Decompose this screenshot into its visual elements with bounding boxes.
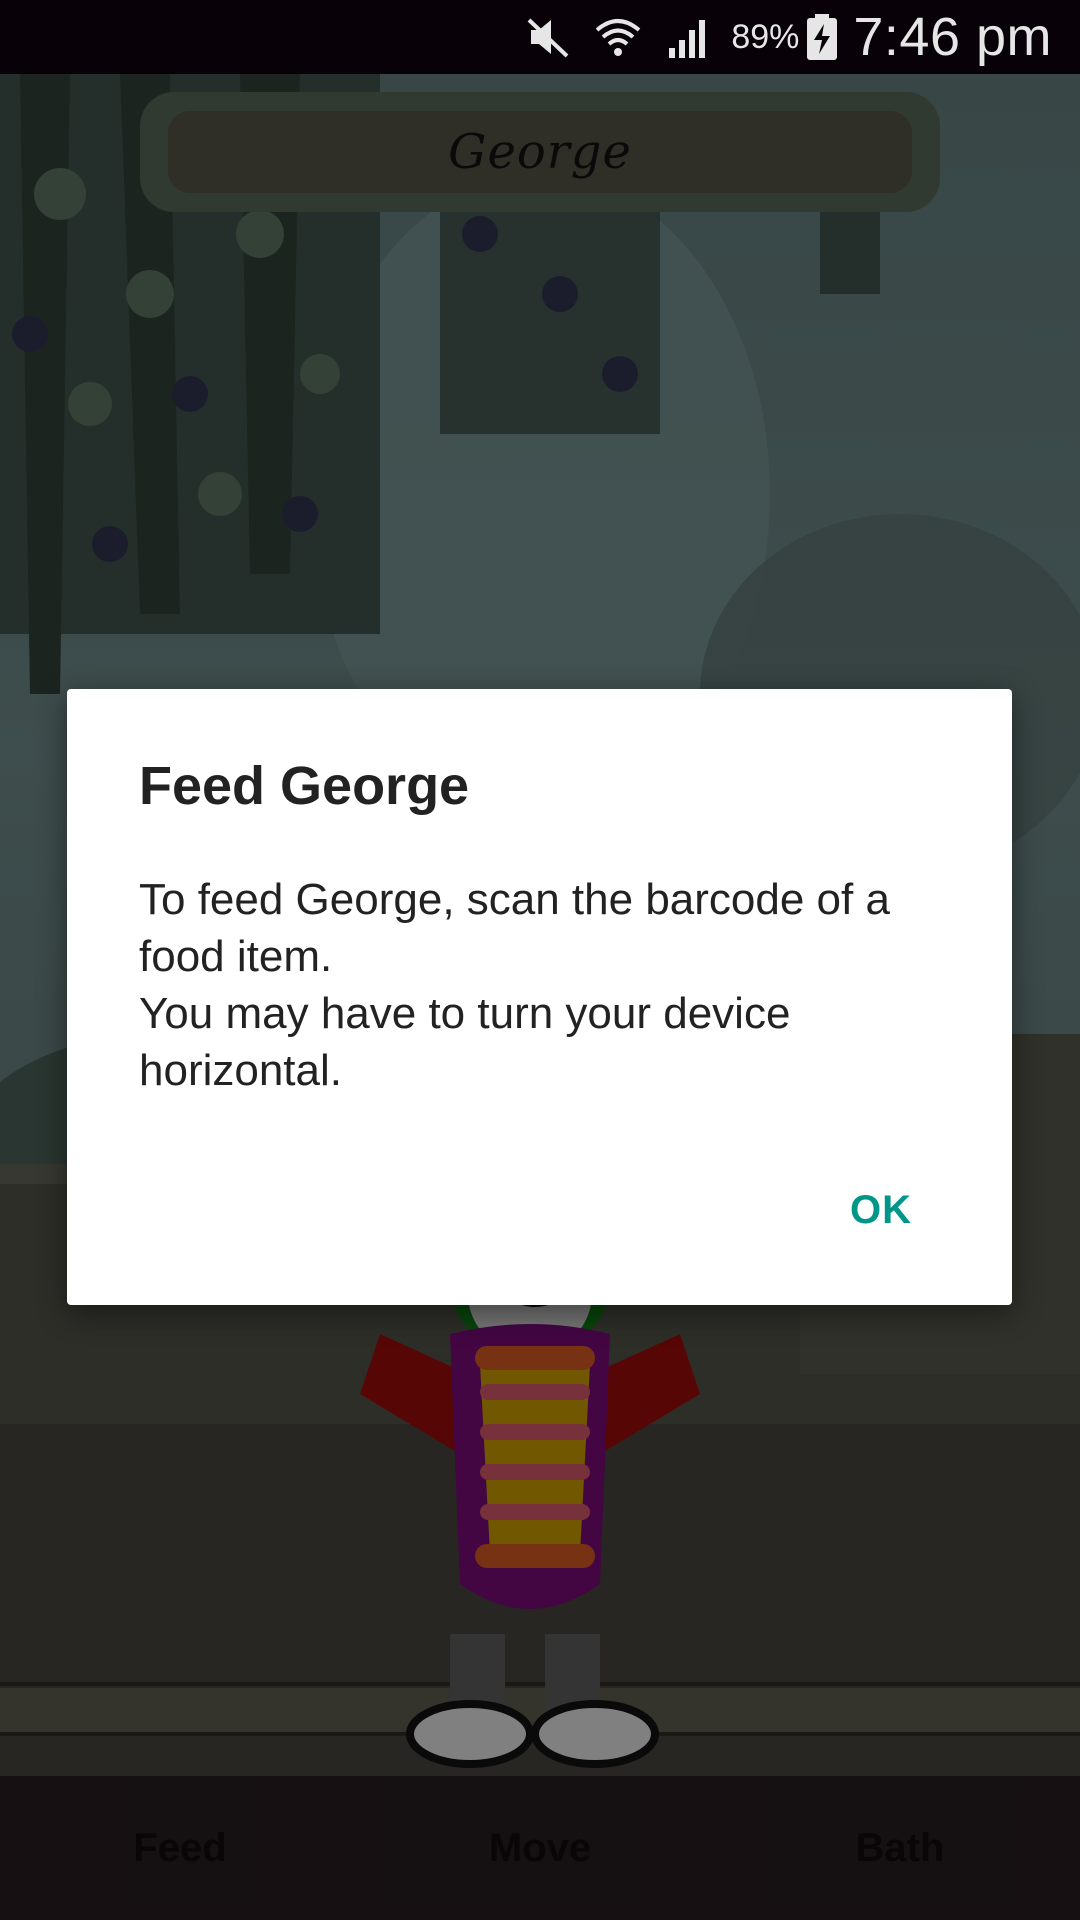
dialog-message: To feed George, scan the barcode of a fo…	[139, 875, 890, 1095]
feed-dialog: Feed George To feed George, scan the bar…	[67, 689, 1012, 1305]
status-bar: 89% 7:46 pm	[0, 0, 1080, 74]
signal-icon	[669, 20, 706, 58]
battery-percent: 89%	[731, 17, 800, 56]
dialog-title: Feed George	[139, 756, 470, 816]
mute-icon	[527, 18, 569, 58]
clock: 7:46 pm	[853, 7, 1052, 67]
battery-charging-icon	[807, 14, 838, 60]
ok-button[interactable]: OK	[850, 1188, 912, 1233]
wifi-icon	[596, 19, 641, 56]
